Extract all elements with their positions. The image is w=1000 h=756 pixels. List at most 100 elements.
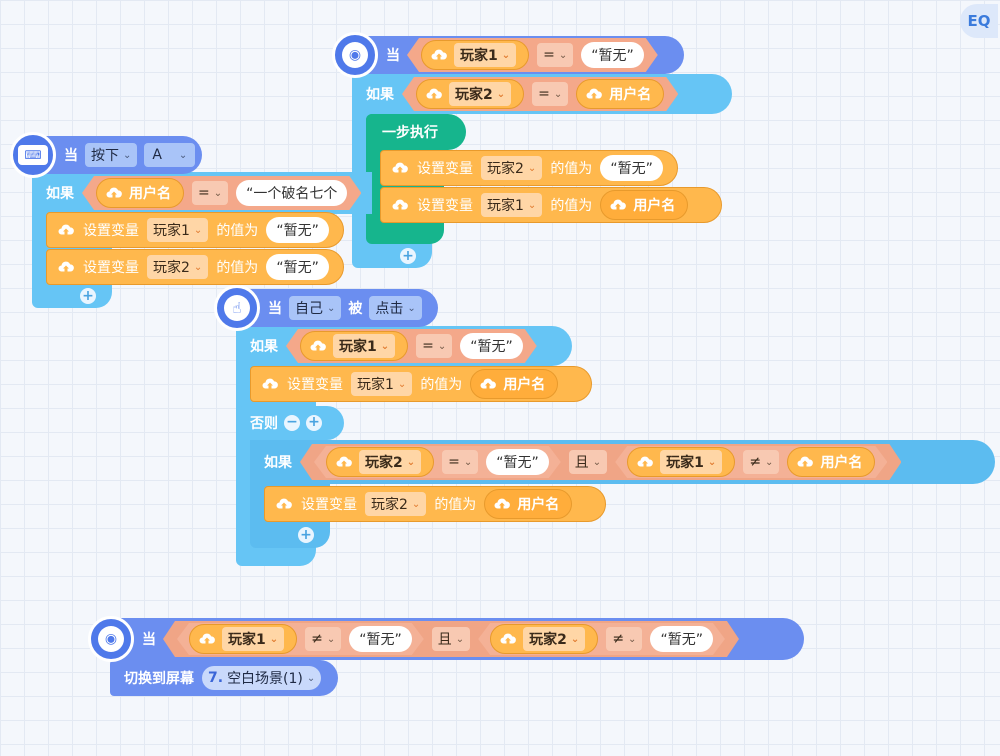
username-getter[interactable]: 用户名 [576, 79, 664, 109]
target-dropdown[interactable]: 自己 ⌄ [289, 296, 342, 320]
event-header-broadcast[interactable]: ◉ 当 玩家1 ⌄ = ⌄ “暂无” [332, 32, 684, 78]
set-var-block[interactable]: 设置变量 玩家2 ⌄ 的值为 “暂无” [380, 150, 678, 186]
condition[interactable]: 用户名 = ⌄ “一个破名七个 [82, 176, 361, 210]
cloud-icon [585, 85, 603, 103]
username-getter[interactable]: 用户名 [484, 489, 573, 519]
string-input[interactable]: “暂无” [486, 449, 549, 475]
broadcast-event-icon: ◉ [88, 616, 134, 662]
variable-getter[interactable]: 玩家1 ⌄ [189, 624, 297, 654]
var-dropdown[interactable]: 玩家2 ⌄ [359, 450, 421, 474]
if-label: 如果 [366, 87, 394, 103]
var-dropdown[interactable]: 玩家1 ⌄ [147, 218, 209, 242]
condition[interactable]: 玩家2 ⌄ ≠ ⌄ “暂无” [478, 623, 725, 655]
var-dropdown[interactable]: 玩家1 ⌄ [481, 193, 543, 217]
var-dropdown[interactable]: 玩家1 ⌄ [660, 450, 722, 474]
op-dropdown[interactable]: = ⌄ [442, 450, 478, 474]
event-dropdown[interactable]: 点击 ⌄ [369, 296, 422, 320]
logic-dropdown[interactable]: 且 ⌄ [432, 627, 470, 651]
var-dropdown[interactable]: 玩家2 ⌄ [481, 156, 543, 180]
op-dropdown[interactable]: ≠ ⌄ [743, 450, 779, 474]
cloud-icon [494, 498, 511, 509]
cloud-icon [392, 199, 408, 210]
add-button[interactable]: + [400, 248, 416, 264]
cloud-icon [335, 453, 353, 471]
event-header-keypress[interactable]: ⌨ 当 按下 ⌄ A ⌄ [10, 132, 202, 178]
set-var-block[interactable]: 设置变量 玩家2 ⌄ 的值为 “暂无” [46, 249, 344, 285]
variable-getter[interactable]: 玩家2 ⌄ [416, 79, 524, 109]
cloud-icon [198, 630, 216, 648]
cloud-icon [425, 85, 443, 103]
cloud-icon [499, 630, 517, 648]
key-dropdown[interactable]: A ⌄ [144, 143, 196, 167]
event-header-broadcast[interactable]: ◉ 当 玩家1 ⌄ ≠ ⌄ “暂无” 且 ⌄ 玩家2 ⌄ ≠ ⌄ “暂无” [88, 616, 804, 662]
string-input[interactable]: “暂无” [266, 254, 329, 280]
var-dropdown[interactable]: 玩家2 ⌄ [147, 255, 209, 279]
string-input[interactable]: “暂无” [650, 626, 713, 652]
var-dropdown[interactable]: 玩家2 ⌄ [523, 627, 585, 651]
username-getter[interactable]: 用户名 [96, 178, 184, 208]
string-input[interactable]: “暂无” [266, 217, 329, 243]
cloud-icon [610, 199, 627, 210]
set-var-block[interactable]: 设置变量 玩家1 ⌄ 的值为 “暂无” [46, 212, 344, 248]
cloud-icon [430, 46, 448, 64]
and-condition[interactable]: 玩家2 ⌄ = ⌄ “暂无” 且 ⌄ 玩家1 ⌄ ≠ ⌄ 用户名 [300, 444, 901, 480]
zoom-button[interactable]: EQ [960, 4, 998, 38]
zoom-icon: EQ [967, 12, 991, 30]
variable-getter[interactable]: 玩家1 ⌄ [627, 447, 735, 477]
var-dropdown[interactable]: 玩家2 ⌄ [365, 492, 427, 516]
set-var-block[interactable]: 设置变量 玩家1 ⌄ 的值为 用户名 [380, 187, 722, 223]
set-var-block[interactable]: 设置变量 玩家2 ⌄ 的值为 用户名 [264, 486, 606, 522]
cloud-icon [276, 498, 292, 509]
condition[interactable]: 玩家1 ⌄ ≠ ⌄ “暂无” [177, 623, 424, 655]
string-input[interactable]: “暂无” [581, 42, 644, 68]
cloud-icon [636, 453, 654, 471]
variable-getter[interactable]: 玩家1 ⌄ [421, 40, 529, 70]
keyboard-icon: ⌨ [10, 132, 56, 178]
condition[interactable]: 玩家1 ⌄ = ⌄ “暂无” [286, 329, 537, 363]
op-dropdown[interactable]: = ⌄ [192, 181, 228, 205]
op-dropdown[interactable]: = ⌄ [537, 43, 573, 67]
string-input[interactable]: “暂无” [600, 155, 663, 181]
var-dropdown[interactable]: 玩家1 ⌄ [333, 334, 395, 358]
add-button[interactable]: + [298, 527, 314, 543]
var-dropdown[interactable]: 玩家2 ⌄ [449, 82, 511, 106]
condition[interactable]: 玩家2 ⌄ = ⌄ “暂无” [314, 446, 561, 478]
username-getter[interactable]: 用户名 [787, 447, 875, 477]
op-dropdown[interactable]: = ⌄ [416, 334, 452, 358]
screen-dropdown[interactable]: 7. 空白场景(1) ⌄ [202, 666, 322, 690]
action-dropdown[interactable]: 按下 ⌄ [85, 143, 138, 167]
hand-pointer-icon: ☝ [214, 285, 260, 331]
remove-branch-button[interactable]: − [284, 415, 300, 431]
cloud-icon [309, 337, 327, 355]
cloud-icon [58, 261, 74, 272]
var-dropdown[interactable]: 玩家1 ⌄ [351, 372, 413, 396]
add-button[interactable]: + [80, 288, 96, 304]
string-input[interactable]: “暂无” [349, 626, 412, 652]
op-dropdown[interactable]: ≠ ⌄ [606, 627, 642, 651]
cloud-icon [392, 162, 408, 173]
logic-dropdown[interactable]: 且 ⌄ [569, 450, 607, 474]
var-dropdown[interactable]: 玩家1 ⌄ [222, 627, 284, 651]
op-dropdown[interactable]: = ⌄ [532, 82, 568, 106]
event-header-click[interactable]: ☝ 当 自己 ⌄ 被 点击 ⌄ [214, 285, 438, 331]
condition[interactable]: 玩家1 ⌄ ≠ ⌄ 用户名 [615, 446, 887, 478]
cloud-icon [480, 378, 497, 389]
set-var-block[interactable]: 设置变量 玩家1 ⌄ 的值为 用户名 [250, 366, 592, 402]
and-condition[interactable]: 玩家1 ⌄ ≠ ⌄ “暂无” 且 ⌄ 玩家2 ⌄ ≠ ⌄ “暂无” [163, 621, 739, 657]
string-input[interactable]: “一个破名七个 [236, 180, 347, 206]
broadcast-event-icon: ◉ [332, 32, 378, 78]
variable-getter[interactable]: 玩家2 ⌄ [490, 624, 598, 654]
add-branch-button[interactable]: + [306, 415, 322, 431]
op-dropdown[interactable]: ≠ ⌄ [305, 627, 341, 651]
step-exec-label: 一步执行 [382, 125, 438, 141]
condition[interactable]: 玩家1 ⌄ = ⌄ “暂无” [407, 38, 658, 72]
cloud-icon [796, 453, 814, 471]
condition[interactable]: 玩家2 ⌄ = ⌄ 用户名 [402, 77, 678, 111]
username-getter[interactable]: 用户名 [600, 190, 689, 220]
username-getter[interactable]: 用户名 [470, 369, 559, 399]
variable-getter[interactable]: 玩家1 ⌄ [300, 331, 408, 361]
var-dropdown[interactable]: 玩家1 ⌄ [454, 43, 516, 67]
cloud-icon [262, 378, 278, 389]
variable-getter[interactable]: 玩家2 ⌄ [326, 447, 434, 477]
string-input[interactable]: “暂无” [460, 333, 523, 359]
